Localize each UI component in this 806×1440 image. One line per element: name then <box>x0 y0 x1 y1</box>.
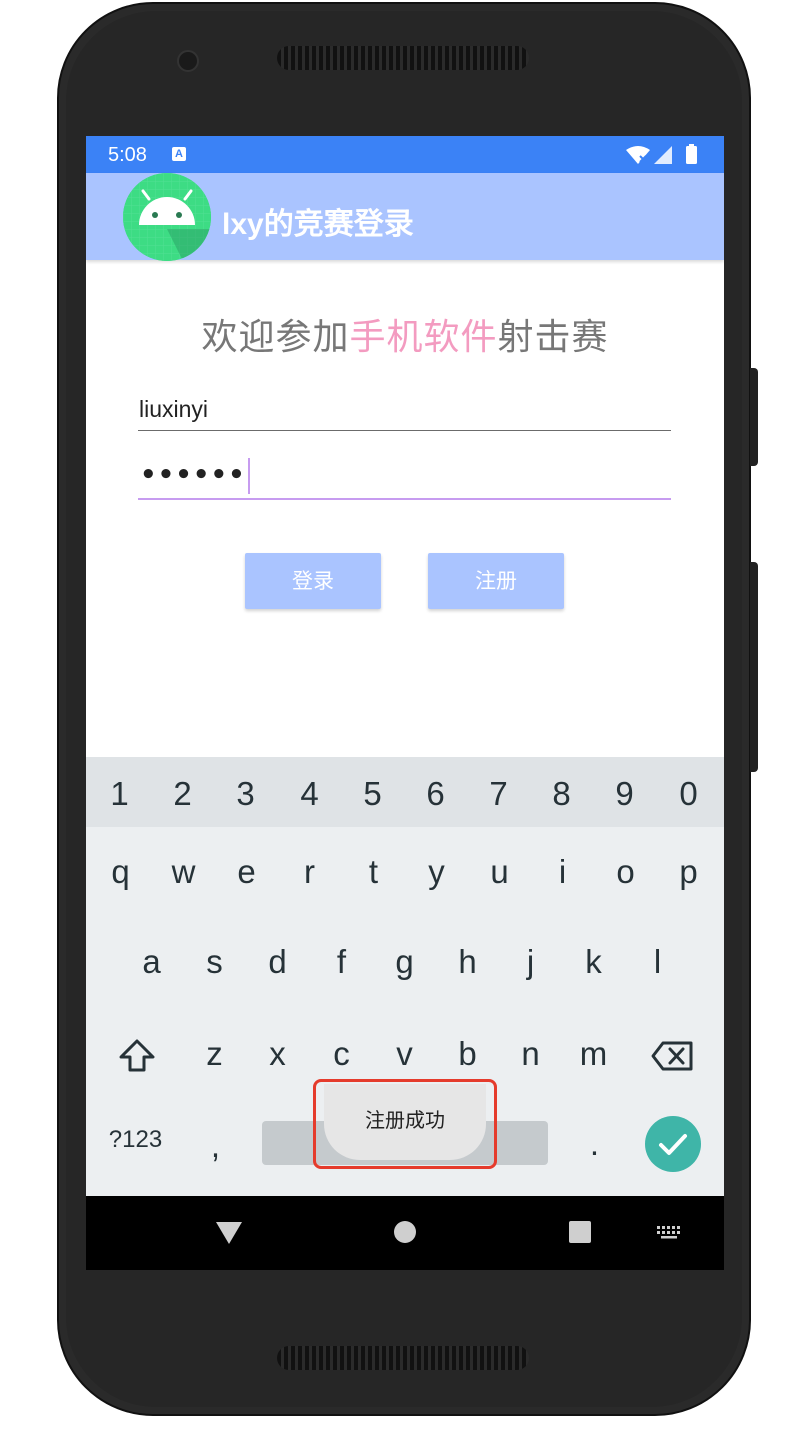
key-7[interactable]: 7 <box>467 775 530 813</box>
password-value: •••••• <box>140 460 246 490</box>
key-g[interactable]: g <box>373 943 436 981</box>
key-comma[interactable]: , <box>184 1127 247 1165</box>
key-s[interactable]: s <box>183 943 246 981</box>
symbols-key[interactable]: ?123 <box>104 1126 167 1154</box>
toast-highlight-box <box>313 1079 497 1169</box>
navigation-bar <box>86 1196 724 1270</box>
key-4[interactable]: 4 <box>278 775 341 813</box>
screen: 5:08 A lxy的竞赛登录 欢迎参加手机软件射击赛 liuxinyi •••… <box>86 136 724 1270</box>
status-bar: 5:08 A <box>86 136 724 173</box>
key-w[interactable]: w <box>152 853 215 891</box>
bottom-speaker <box>277 1346 529 1370</box>
top-speaker <box>277 46 529 70</box>
key-2[interactable]: 2 <box>151 775 214 813</box>
android-icon <box>123 173 211 261</box>
username-field[interactable]: liuxinyi <box>138 390 671 431</box>
volume-button[interactable] <box>750 562 758 772</box>
key-c[interactable]: c <box>310 1035 373 1073</box>
login-button[interactable]: 登录 <box>245 553 381 609</box>
key-m[interactable]: m <box>562 1035 625 1073</box>
key-t[interactable]: t <box>342 853 405 891</box>
register-button[interactable]: 注册 <box>428 553 564 609</box>
checkmark-icon <box>659 1134 687 1155</box>
key-d[interactable]: d <box>246 943 309 981</box>
enter-button[interactable] <box>645 1116 701 1172</box>
username-value: liuxinyi <box>139 396 209 422</box>
key-x[interactable]: x <box>246 1035 309 1073</box>
welcome-prefix: 欢迎参加 <box>201 317 350 358</box>
recents-icon[interactable] <box>568 1220 592 1244</box>
app-title: lxy的竞赛登录 <box>222 208 414 241</box>
key-3[interactable]: 3 <box>214 775 277 813</box>
key-0[interactable]: 0 <box>657 775 720 813</box>
key-f[interactable]: f <box>310 943 373 981</box>
welcome-highlight: 手机软件 <box>349 317 498 358</box>
key-u[interactable]: u <box>468 853 531 891</box>
welcome-suffix: 射击赛 <box>497 317 609 358</box>
password-field[interactable]: •••••• <box>138 458 671 500</box>
shift-icon[interactable] <box>116 1036 158 1076</box>
status-time: 5:08 <box>108 144 147 166</box>
key-l[interactable]: l <box>626 943 689 981</box>
key-8[interactable]: 8 <box>530 775 593 813</box>
key-o[interactable]: o <box>594 853 657 891</box>
key-6[interactable]: 6 <box>404 775 467 813</box>
key-9[interactable]: 9 <box>593 775 656 813</box>
battery-icon <box>686 146 697 164</box>
key-1[interactable]: 1 <box>88 775 151 813</box>
signal-icon <box>654 146 672 164</box>
key-e[interactable]: e <box>215 853 278 891</box>
keyboard-switch-icon[interactable] <box>656 1224 684 1240</box>
backspace-icon[interactable] <box>650 1038 696 1074</box>
key-a[interactable]: a <box>120 943 183 981</box>
key-b[interactable]: b <box>436 1035 499 1073</box>
key-v[interactable]: v <box>373 1035 436 1073</box>
key-j[interactable]: j <box>499 943 562 981</box>
notification-icon: A <box>172 147 186 161</box>
home-icon[interactable] <box>393 1220 417 1244</box>
key-z[interactable]: z <box>183 1035 246 1073</box>
key-period[interactable]: . <box>563 1125 626 1163</box>
key-y[interactable]: y <box>405 853 468 891</box>
wifi-icon <box>626 146 650 164</box>
power-button[interactable] <box>750 368 758 466</box>
key-h[interactable]: h <box>436 943 499 981</box>
welcome-heading: 欢迎参加手机软件射击赛 <box>86 308 724 360</box>
key-q[interactable]: q <box>89 853 152 891</box>
key-i[interactable]: i <box>531 853 594 891</box>
front-camera <box>177 50 199 72</box>
status-icons <box>626 144 697 164</box>
back-icon[interactable] <box>214 1220 244 1246</box>
key-p[interactable]: p <box>657 853 720 891</box>
key-r[interactable]: r <box>278 853 341 891</box>
app-bar: lxy的竞赛登录 <box>86 173 724 261</box>
key-5[interactable]: 5 <box>341 775 404 813</box>
text-cursor <box>248 458 250 494</box>
key-n[interactable]: n <box>499 1035 562 1073</box>
key-k[interactable]: k <box>562 943 625 981</box>
